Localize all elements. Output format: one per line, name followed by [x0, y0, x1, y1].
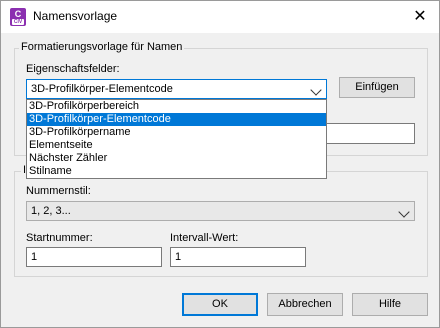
window-title: Namensvorlage: [33, 9, 118, 23]
start-number-label: Startnummer:: [26, 232, 93, 244]
dropdown-option[interactable]: 3D-Profilkörperbereich: [27, 100, 326, 113]
title-bar: C CIV Namensvorlage ✕: [1, 1, 439, 33]
close-icon[interactable]: ✕: [409, 6, 431, 28]
interval-label: Intervall-Wert:: [170, 232, 239, 244]
help-button[interactable]: Hilfe: [352, 293, 428, 316]
civil3d-app-icon: C CIV: [10, 8, 26, 26]
chevron-down-icon: [398, 206, 410, 218]
dialog-window: C CIV Namensvorlage ✕ Formatierungsvorla…: [0, 0, 440, 328]
cancel-button[interactable]: Abbrechen: [267, 293, 343, 316]
insert-button[interactable]: Einfügen: [339, 77, 415, 98]
properties-combobox[interactable]: 3D-Profilkörper-Elementcode: [26, 79, 327, 99]
dropdown-option[interactable]: 3D-Profilkörpername: [27, 126, 326, 139]
properties-combobox-value: 3D-Profilkörper-Elementcode: [31, 83, 173, 95]
number-style-value: 1, 2, 3...: [31, 205, 71, 217]
ok-button[interactable]: OK: [182, 293, 258, 316]
chevron-down-icon: [310, 84, 322, 96]
dropdown-option-selected[interactable]: 3D-Profilkörper-Elementcode: [27, 113, 326, 126]
properties-label: Eigenschaftsfelder:: [26, 63, 120, 75]
number-style-combobox[interactable]: 1, 2, 3...: [26, 201, 415, 221]
app-icon-letter: C: [14, 9, 22, 19]
start-number-field[interactable]: 1: [26, 247, 162, 267]
number-style-label: Nummernstil:: [26, 185, 91, 197]
properties-dropdown-list[interactable]: 3D-Profilkörperbereich 3D-Profilkörper-E…: [26, 99, 327, 179]
interval-field[interactable]: 1: [170, 247, 306, 267]
name-format-group-legend: Formatierungsvorlage für Namen: [19, 41, 185, 53]
dropdown-option[interactable]: Nächster Zähler: [27, 152, 326, 165]
app-icon-badge: CIV: [12, 19, 24, 25]
dropdown-option[interactable]: Elementseite: [27, 139, 326, 152]
dropdown-option[interactable]: Stilname: [27, 165, 326, 178]
